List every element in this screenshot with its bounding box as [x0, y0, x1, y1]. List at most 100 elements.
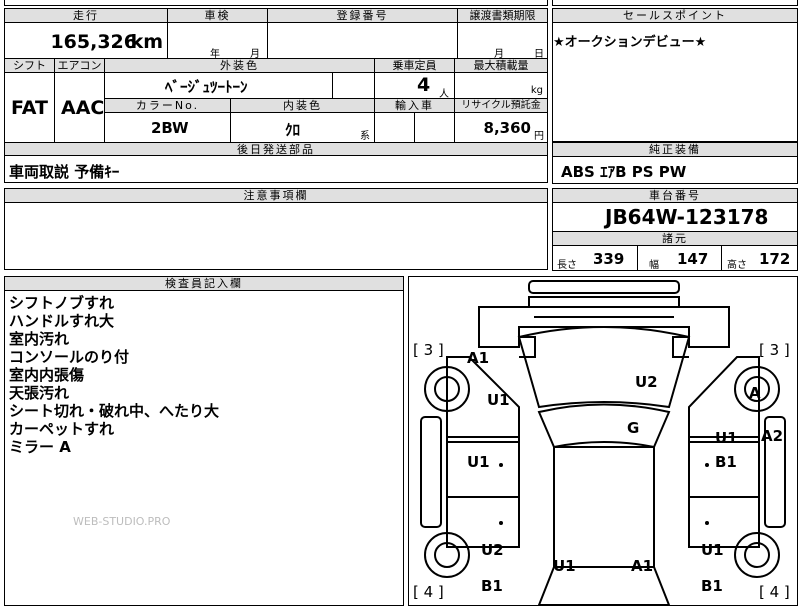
- equipment-box: 純正装備 ABS ｴｱB PS PW: [552, 142, 798, 184]
- caution-box: 注意事項欄: [4, 188, 548, 270]
- hood-panel: [517, 326, 691, 409]
- registration-header: 登録番号: [268, 9, 458, 23]
- note-item: ミラー A: [9, 438, 71, 456]
- note-item: ハンドルすれ大: [9, 312, 115, 330]
- dim-divider-2: [721, 246, 722, 270]
- chassis-value: JB64W-123178: [605, 205, 769, 229]
- car-diagram-box: [ 3 ] [ 3 ] [ 4 ] [ 4 ] A1 U2 U1 A G U1 …: [408, 276, 798, 606]
- equipment-header: 純正装備: [553, 143, 797, 157]
- note-item: コンソールのり付: [9, 348, 130, 366]
- width-value: 147: [677, 250, 709, 268]
- recycle-unit: 円: [534, 131, 544, 142]
- left-sill: [420, 416, 442, 528]
- damage-mark-b1-left-bottom: B1: [481, 577, 503, 595]
- inspection-header: 車検: [168, 9, 268, 23]
- inspection-cell: 年 月: [168, 23, 268, 60]
- color-no-header: カラーNo.: [105, 99, 231, 113]
- damage-mark-u2-left-rear: U2: [481, 541, 504, 559]
- damage-mark-bracket-top-left: [ 3 ]: [413, 341, 444, 359]
- damage-mark-u1-right-rear: U1: [701, 541, 724, 559]
- interior-color-cell: ｸﾛ 系: [231, 113, 375, 143]
- shift-value: FAT: [11, 97, 48, 119]
- damage-mark-u1-right-front: U1: [715, 429, 738, 447]
- right-rear-wheel: [734, 532, 780, 578]
- shift-header: シフト: [5, 59, 55, 73]
- caution-header: 注意事項欄: [5, 189, 547, 203]
- note-item: 天張汚れ: [9, 384, 70, 402]
- import-cell-a: [375, 113, 415, 143]
- dimensions-header: 諸元: [553, 232, 797, 246]
- chassis-header: 車台番号: [553, 189, 797, 203]
- exterior-color-header: 外装色: [105, 59, 375, 73]
- transfer-deadline-cell: 月 日: [458, 23, 547, 60]
- damage-mark-u2-hood: U2: [635, 373, 658, 391]
- inspector-notes-header: 検査員記入欄: [5, 277, 403, 291]
- chassis-box: 車台番号 JB64W-123178: [552, 188, 798, 232]
- interior-color-value: ｸﾛ: [285, 121, 301, 139]
- transfer-month: 月: [494, 49, 504, 60]
- main-info-table: 走行 車検 登録番号 譲渡書類期限 165,326 km 年 月 月 日 シフト…: [4, 8, 548, 156]
- damage-mark-bracket-top-right: [ 3 ]: [759, 341, 790, 359]
- exterior-color-extra-cell: [333, 73, 375, 99]
- recycle-value: 8,360: [483, 119, 531, 137]
- note-item: シート切れ・破れ中、へたり大: [9, 402, 220, 420]
- aircon-header: エアコン: [55, 59, 105, 73]
- front-grille: [528, 296, 680, 308]
- door-handle-dot: [499, 463, 503, 467]
- mileage-cell: 165,326 km: [5, 23, 168, 59]
- inspector-notes-box: 検査員記入欄 シフトノブすれ ハンドルすれ大 室内汚れ コンソールのり付 室内内…: [4, 276, 404, 606]
- later-parts-box: 車両取説 予備ｷｰ: [4, 155, 548, 183]
- top-cutoff-right: [552, 0, 798, 6]
- damage-mark-a2-right-edge: A2: [761, 427, 784, 445]
- height-label: 高さ: [727, 260, 747, 271]
- damage-mark-b1-right-door: B1: [715, 453, 737, 471]
- height-value: 172: [759, 250, 791, 268]
- door-handle-dot: [499, 521, 503, 525]
- shift-cell: FAT: [5, 73, 55, 143]
- mileage-unit: km: [130, 31, 163, 53]
- import-header: 輸入車: [375, 99, 455, 113]
- inspector-notes-list: シフトノブすれ ハンドルすれ大 室内汚れ コンソールのり付 室内内張傷 天張汚れ…: [9, 294, 219, 456]
- damage-mark-u1-left-door: U1: [467, 453, 490, 471]
- width-label: 幅: [649, 260, 659, 271]
- capacity-header: 乗車定員: [375, 59, 455, 73]
- capacity-unit: 人: [439, 89, 449, 100]
- damage-mark-g-windshield: G: [627, 419, 640, 437]
- damage-mark-a1-rear-center: A1: [631, 557, 654, 575]
- note-item: カーペットすれ: [9, 420, 115, 438]
- inspection-year: 年: [210, 49, 220, 60]
- dim-divider-1: [637, 246, 638, 270]
- transfer-deadline-header: 譲渡書類期限: [458, 9, 547, 23]
- exterior-color-value: ﾍﾞｰｼﾞｭﾂｰﾄｰﾝ: [165, 78, 248, 96]
- length-value: 339: [593, 250, 625, 268]
- max-load-unit: kg: [530, 85, 543, 96]
- import-cell-b: [415, 113, 455, 143]
- dimensions-box: 諸元 長さ 339 幅 147 高さ 172: [552, 231, 798, 271]
- note-item: 室内内張傷: [9, 366, 85, 384]
- damage-mark-u1-left-fender: U1: [487, 391, 510, 409]
- registration-cell: [268, 23, 458, 59]
- length-label: 長さ: [557, 260, 577, 271]
- transfer-day: 日: [534, 49, 544, 60]
- sales-point-header: セールスポイント: [553, 9, 797, 23]
- top-cutoff-row: [4, 0, 548, 6]
- exterior-color-cell: ﾍﾞｰｼﾞｭﾂｰﾄｰﾝ: [105, 73, 333, 99]
- interior-color-header: 内装色: [231, 99, 375, 113]
- sales-point-box: セールスポイント ★オークションデビュー★: [552, 8, 798, 142]
- capacity-cell: 4 人: [375, 73, 455, 100]
- left-rear-door: [446, 496, 520, 548]
- aircon-cell: AAC: [55, 73, 105, 143]
- roof-panel: [553, 446, 655, 568]
- recycle-header: リサイクル預託金: [455, 99, 547, 113]
- capacity-value: 4: [417, 74, 431, 96]
- note-item: シフトノブすれ: [9, 294, 115, 312]
- door-handle-dot: [705, 521, 709, 525]
- right-rear-door: [688, 496, 760, 548]
- damage-mark-a1-front-left: A1: [467, 349, 490, 367]
- front-bumper: [528, 280, 680, 294]
- sales-point-value: ★オークションデビュー★: [553, 35, 707, 50]
- aircon-value: AAC: [61, 97, 105, 119]
- recycle-cell: 8,360 円: [455, 113, 547, 143]
- door-handle-dot: [705, 463, 709, 467]
- damage-mark-b1-right-bottom: B1: [701, 577, 723, 595]
